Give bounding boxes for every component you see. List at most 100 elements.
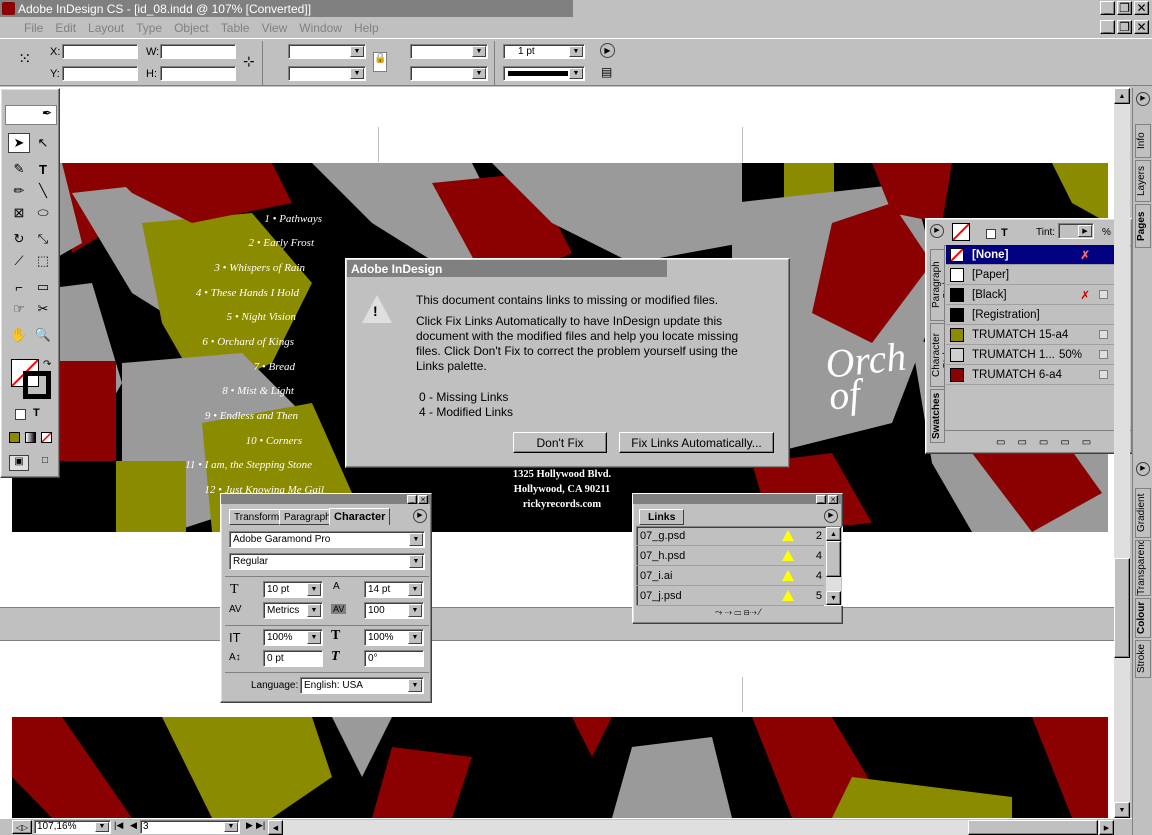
preview-view-icon[interactable]: □	[35, 455, 55, 471]
dock-menu-icon[interactable]: ▶	[1136, 92, 1150, 106]
tab-layers[interactable]: Layers	[1135, 160, 1151, 202]
stroke-palette-icon[interactable]: ▤	[601, 65, 612, 79]
page-field[interactable]: 3 ▼	[140, 820, 240, 834]
palette-menu-icon[interactable]: ▶	[600, 43, 615, 58]
formatting-container-icon[interactable]	[15, 409, 26, 420]
reference-point-icon[interactable]: ⁙	[18, 51, 38, 71]
character-menu-icon[interactable]: ▶	[413, 509, 427, 523]
font-family-field[interactable]: Adobe Garamond Pro ▼	[229, 531, 425, 548]
doc-minimize-button[interactable]: _	[1100, 20, 1115, 34]
tab-transparency[interactable]: Transparency	[1135, 540, 1151, 596]
hscroll-left-button[interactable]: ◀	[268, 820, 283, 835]
dock-menu-icon-2[interactable]: ▶	[1136, 462, 1150, 476]
apply-color-icon[interactable]	[9, 432, 20, 443]
line-tool-icon[interactable]: ╲	[32, 181, 54, 201]
x-field[interactable]	[62, 44, 138, 59]
container-format-icon[interactable]	[986, 229, 996, 239]
tracking-field[interactable]: 100 ▼	[364, 602, 424, 619]
horizontal-scale-field[interactable]: 100% ▼	[364, 629, 424, 646]
scroll-up-button[interactable]: ▲	[826, 527, 841, 541]
swatch-row[interactable]: TRUMATCH 6-a4	[946, 365, 1130, 385]
ellipse-tool-icon[interactable]: ⬭	[32, 203, 54, 223]
link-row[interactable]: 07_i.ai 4	[636, 566, 824, 586]
tab-paragraph-styles[interactable]: Paragraph Styles	[930, 249, 945, 321]
menu-view[interactable]: View	[255, 21, 293, 35]
scale-y-field[interactable]: ▼	[288, 66, 366, 81]
menu-edit[interactable]: Edit	[49, 21, 82, 35]
gradient-tool-icon[interactable]: ▭	[32, 277, 54, 297]
menu-file[interactable]: File	[18, 21, 49, 35]
swatch-row[interactable]: TRUMATCH 1... 50%	[946, 345, 1130, 365]
scissors-tool-icon[interactable]: ✂	[32, 299, 54, 319]
menu-window[interactable]: Window	[293, 21, 348, 35]
tab-links[interactable]: Links	[639, 509, 685, 525]
vertical-scale-field[interactable]: 100% ▼	[263, 629, 323, 646]
menu-type[interactable]: Type	[130, 21, 168, 35]
type-tool-icon[interactable]: T	[32, 159, 54, 179]
dont-fix-button[interactable]: Don't Fix	[513, 432, 607, 453]
hscroll-thumb[interactable]	[968, 820, 1098, 835]
button-tool-icon[interactable]: ☞	[8, 299, 30, 319]
vertical-scrollbar[interactable]: ▲ ▼	[1114, 88, 1130, 818]
scroll-down-button[interactable]: ▼	[826, 591, 841, 605]
swap-colors-icon[interactable]: ↷	[43, 359, 51, 370]
doc-close-button[interactable]: ✕	[1134, 20, 1149, 34]
vscroll-thumb[interactable]	[1114, 558, 1130, 658]
skew-field[interactable]: 0°	[364, 650, 424, 667]
pencil-tool-icon[interactable]: ✏	[8, 181, 30, 201]
tab-pages[interactable]: Pages	[1135, 204, 1151, 248]
swatches-bottom-icons[interactable]: ▭▭▭▭▭	[996, 437, 1103, 448]
links-palette-minimize-button[interactable]: _	[816, 495, 826, 504]
character-palette-close-button[interactable]: ✕	[418, 495, 428, 504]
horizontal-scrollbar[interactable]: ◀ ▶	[268, 820, 1114, 835]
swatch-row[interactable]: [None] ✗	[946, 245, 1130, 265]
shear-tool-icon[interactable]: ⟋	[8, 251, 30, 271]
rotate-field[interactable]: ▼	[410, 44, 488, 59]
close-button[interactable]: ✕	[1134, 1, 1149, 15]
tab-transform[interactable]: Transform	[229, 509, 285, 525]
normal-view-icon[interactable]: ▣	[9, 455, 29, 471]
zoom-field[interactable]: 107,16% ▼	[34, 820, 111, 834]
y-field[interactable]	[62, 66, 138, 81]
pasteboard-nav-button[interactable]: ◁▷	[12, 820, 32, 834]
w-field[interactable]	[160, 44, 236, 59]
tab-colour[interactable]: Colour	[1135, 598, 1151, 638]
link-row[interactable]: 07_h.psd 4	[636, 546, 824, 566]
stroke-type-field[interactable]: ▼	[503, 66, 585, 81]
constrain-icon[interactable]: ⊹	[243, 53, 255, 70]
swatch-row[interactable]: [Registration]⌖	[946, 305, 1130, 325]
tint-field[interactable]: ▶	[1058, 223, 1094, 239]
eyedropper-tool-icon[interactable]: ⌐	[8, 277, 30, 297]
vscroll-up-button[interactable]: ▲	[1114, 88, 1130, 104]
zoom-tool-icon[interactable]: 🔍	[32, 325, 54, 345]
rotate-tool-icon[interactable]: ↻	[8, 229, 30, 249]
leading-field[interactable]: 14 pt ▼	[364, 581, 424, 598]
rectangle-frame-tool-icon[interactable]: ⊠	[8, 203, 30, 223]
relink-icon[interactable]: ⤳ ⇢ ▭ ⊟⇢ ⁄	[715, 607, 761, 618]
links-menu-icon[interactable]: ▶	[824, 509, 838, 523]
stroke-swatch[interactable]	[23, 371, 51, 399]
swatch-row[interactable]: [Paper]	[946, 265, 1130, 285]
links-scrollbar[interactable]: ▲ ▼	[826, 527, 841, 605]
link-row[interactable]: 07_j.psd 5	[636, 586, 824, 606]
tab-gradient[interactable]: Gradient	[1135, 488, 1151, 538]
first-page-button[interactable]: |◀	[114, 820, 123, 831]
fix-links-automatically-button[interactable]: Fix Links Automatically...	[619, 432, 774, 453]
menu-help[interactable]: Help	[348, 21, 385, 35]
menu-table[interactable]: Table	[215, 21, 256, 35]
character-palette-minimize-button[interactable]: _	[407, 495, 417, 504]
swatch-row[interactable]: TRUMATCH 15-a4	[946, 325, 1130, 345]
free-transform-tool-icon[interactable]: ⬚	[32, 251, 54, 271]
scroll-thumb[interactable]	[826, 541, 841, 577]
tab-paragraph[interactable]: Paragraph	[279, 509, 336, 525]
selection-tool-icon[interactable]: ➤	[8, 133, 30, 153]
tab-stroke[interactable]: Stroke	[1135, 640, 1151, 678]
prev-page-button[interactable]: ◀	[130, 820, 137, 831]
apply-none-icon[interactable]	[41, 432, 52, 443]
h-field[interactable]	[160, 66, 236, 81]
hand-tool-icon[interactable]: ✋	[8, 325, 30, 345]
font-style-field[interactable]: Regular ▼	[229, 553, 425, 570]
menu-layout[interactable]: Layout	[82, 21, 130, 35]
tab-swatches[interactable]: Swatches	[930, 389, 945, 443]
proportion-lock-icon[interactable]: 🔒	[373, 52, 387, 72]
